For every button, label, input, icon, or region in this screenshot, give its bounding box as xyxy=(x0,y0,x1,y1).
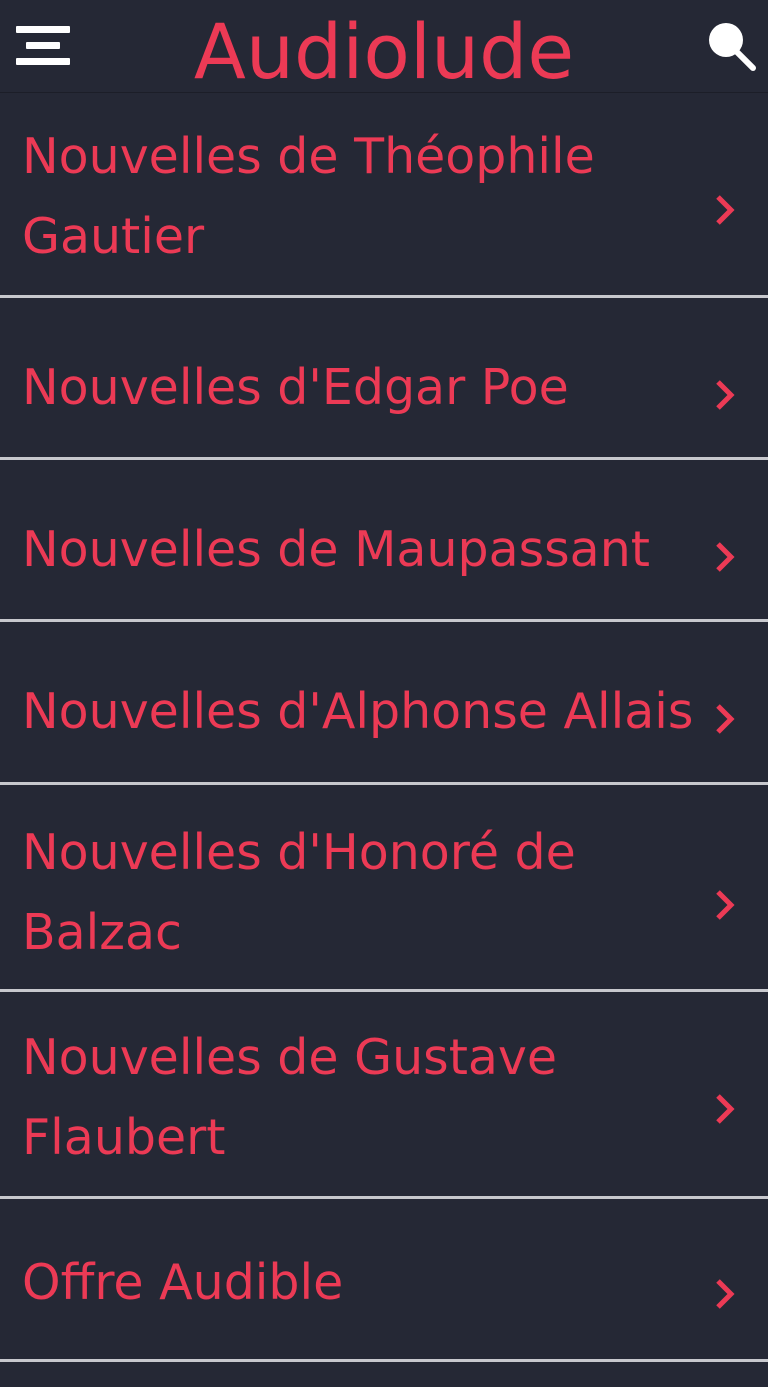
list-item-gustave-flaubert[interactable]: Nouvelles de Gustave Flaubert xyxy=(0,992,768,1199)
chevron-right-icon xyxy=(716,380,735,410)
list-item-maupassant[interactable]: Nouvelles de Maupassant xyxy=(0,460,768,622)
chevron-right-icon xyxy=(716,542,735,572)
app-title: Audiolude xyxy=(193,7,575,96)
list-item-label: Nouvelles de Gustave Flaubert xyxy=(22,1029,558,1166)
list-item-offre-audible[interactable]: Offre Audible xyxy=(0,1199,768,1362)
list-item-label: Nouvelles de Maupassant xyxy=(22,521,650,578)
chevron-right-icon xyxy=(716,704,735,734)
list-item-label: Nouvelles d'Edgar Poe xyxy=(22,359,569,416)
app-header: Audiolude xyxy=(0,0,780,96)
screen-edge xyxy=(768,0,780,1387)
app-screen: Audiolude Nouvelles de Théophile Gautier… xyxy=(0,0,780,1387)
list-item-label: Nouvelles d'Honoré de Balzac xyxy=(22,824,576,961)
list-item-honore-de-balzac[interactable]: Nouvelles d'Honoré de Balzac xyxy=(0,785,768,992)
chevron-right-icon xyxy=(716,1094,735,1124)
chevron-right-icon xyxy=(716,1279,735,1309)
chevron-right-icon xyxy=(716,890,735,920)
list-item-edgar-poe[interactable]: Nouvelles d'Edgar Poe xyxy=(0,298,768,460)
list-item-alphonse-allais[interactable]: Nouvelles d'Alphonse Allais xyxy=(0,622,768,785)
novel-category-list: Nouvelles de Théophile Gautier Nouvelles… xyxy=(0,93,768,1362)
list-item-theophile-gautier[interactable]: Nouvelles de Théophile Gautier xyxy=(0,93,768,298)
search-icon[interactable] xyxy=(700,16,760,74)
list-item-label: Nouvelles d'Alphonse Allais xyxy=(22,683,694,740)
list-item-label: Offre Audible xyxy=(22,1254,344,1311)
list-item-label: Nouvelles de Théophile Gautier xyxy=(22,128,595,265)
chevron-right-icon xyxy=(716,195,735,225)
